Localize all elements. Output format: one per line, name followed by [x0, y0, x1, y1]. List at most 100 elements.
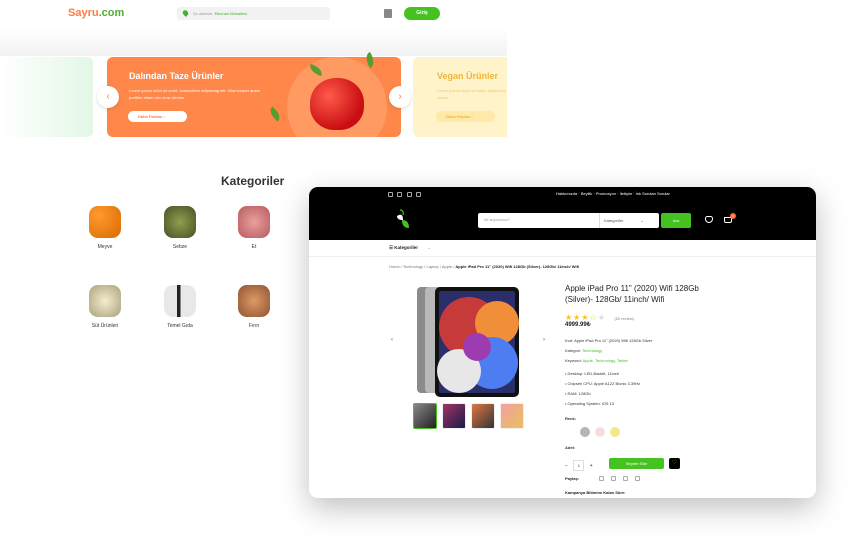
- category-label: Sebze: [172, 244, 188, 250]
- wishlist-icon[interactable]: [705, 216, 713, 223]
- search-placeholder: Ne arıyorsunuz?: [484, 218, 510, 222]
- category-meat[interactable]: Et: [237, 206, 271, 250]
- dairy-icon: [89, 285, 121, 317]
- image-next-icon[interactable]: ›: [543, 337, 545, 343]
- search-button[interactable]: Ara: [661, 213, 691, 228]
- category-menu-label: Kategoriler: [394, 245, 419, 250]
- category-field-label: Kategori:: [565, 348, 582, 353]
- login-button[interactable]: Giriş: [404, 7, 440, 20]
- apple-image: [310, 78, 364, 130]
- facebook-icon[interactable]: [388, 192, 393, 197]
- category-label: Fırın: [248, 323, 260, 329]
- nav-contact[interactable]: İletişim: [620, 191, 632, 196]
- keyword-field-label: Keyword:: [565, 358, 582, 363]
- quantity-label: Adet:: [565, 445, 576, 450]
- category-vegetable[interactable]: Sebze: [163, 206, 197, 250]
- product-thumbnail[interactable]: [500, 403, 524, 429]
- cart-count-badge: 0: [730, 213, 736, 219]
- breadcrumb-current: Apple iPad Pro 11" (2020) Wifi 128Gb (Si…: [455, 264, 580, 269]
- location-prefix: Şu adreste:: [193, 11, 214, 16]
- facebook-share-icon[interactable]: [599, 476, 604, 481]
- category-bakery[interactable]: Fırın: [237, 285, 271, 329]
- mail-icon[interactable]: [416, 192, 421, 197]
- top-nav: Hakkımızda · Beyilik · Promosyon · İleti…: [556, 191, 670, 196]
- product-code: Kod: Apple iPad Pro 11" (2020) Wifi 128G…: [565, 338, 653, 343]
- product-price: 4999.99₺: [565, 322, 591, 328]
- breadcrumb-path[interactable]: Home / Technology / Laptop / Apple /: [389, 264, 455, 269]
- category-label: Süt Ürünleri: [91, 323, 119, 329]
- category-dairy[interactable]: Süt Ürünleri: [88, 285, 122, 329]
- product-title: Apple iPad Pro 11" (2020) Wifi 128Gb (Si…: [565, 284, 699, 304]
- search-category-select[interactable]: Kategoriler ⌄: [599, 213, 659, 228]
- shopping-bag-icon[interactable]: [384, 9, 392, 18]
- banner-more-button[interactable]: Daha Fazlası ›: [128, 111, 187, 122]
- category-label: Meyve: [97, 244, 113, 250]
- banner-title: Dalından Taze Ürünler: [129, 71, 224, 81]
- store-header: Hakkımızda · Beyilik · Promosyon · İleti…: [309, 187, 816, 240]
- product-keywords: Keyword: Apple, Technology, Tablet: [565, 358, 628, 363]
- category-fruit[interactable]: Meyve: [88, 206, 122, 250]
- product-window: Hakkımızda · Beyilik · Promosyon · İleti…: [309, 187, 816, 498]
- bottle-icon: [164, 285, 196, 317]
- logo-text-a: Sayru: [68, 7, 99, 19]
- product-search[interactable]: Ne arıyorsunuz? Kategoriler ⌄: [478, 213, 659, 228]
- category-staples[interactable]: Temel Gıda: [163, 285, 197, 329]
- product-thumbnail[interactable]: [442, 403, 466, 429]
- chevron-down-icon: ⌄: [640, 218, 644, 223]
- twitter-icon[interactable]: [407, 192, 412, 197]
- carousel-next-button[interactable]: ›: [389, 86, 411, 108]
- keyword-links[interactable]: Apple, Technology, Tablet: [583, 358, 628, 363]
- banner-title: Vegan Ürünler: [437, 71, 499, 81]
- quantity-stepper[interactable]: − 1 +: [565, 460, 593, 471]
- banner-more-label: Daha Fazlası: [138, 114, 163, 119]
- store-logo-icon[interactable]: [394, 208, 412, 230]
- color-label: Renk:: [565, 416, 577, 421]
- header-band: [0, 28, 507, 56]
- add-to-cart-button[interactable]: Sepete Ekle: [609, 458, 664, 469]
- nav-promotion[interactable]: Promosyon: [596, 191, 616, 196]
- meat-icon: [238, 206, 270, 238]
- image-prev-icon[interactable]: ‹: [391, 337, 393, 343]
- minus-icon[interactable]: −: [565, 463, 568, 469]
- banner-card-vegan[interactable]: Vegan Ürünler Lorem ipsum dolor sit amet…: [413, 57, 507, 137]
- category-label: Et: [251, 244, 257, 250]
- color-swatch-silver[interactable]: [580, 427, 590, 437]
- spec-item: • Operating System: iOS 13: [565, 401, 614, 406]
- banner-text: Lorem ipsum dolor sit amet, consectetur …: [129, 88, 261, 100]
- spec-item: • RAM: 128Gb: [565, 391, 591, 396]
- category-menu-bar: ☰ Kategoriler ⌄: [309, 240, 816, 257]
- category-link[interactable]: Technology: [582, 348, 602, 353]
- plus-icon[interactable]: +: [590, 463, 593, 469]
- color-swatch-yellow[interactable]: [610, 427, 620, 437]
- mail-share-icon[interactable]: [635, 476, 640, 481]
- share-label: Paylaş:: [565, 476, 580, 481]
- quantity-input[interactable]: 1: [573, 460, 585, 471]
- spec-item: • Chipset/ CPU: Apple A12Z Bionic 3.39Hz: [565, 381, 641, 386]
- breadcrumb: Home / Technology / Laptop / Apple / App…: [389, 264, 579, 269]
- instagram-icon[interactable]: [397, 192, 402, 197]
- product-thumbnail[interactable]: [471, 403, 495, 429]
- site-logo[interactable]: Sayru.com: [68, 7, 124, 19]
- nav-faq[interactable]: İnk Sorulan Sorular: [636, 191, 670, 196]
- twitter-share-icon[interactable]: [623, 476, 628, 481]
- product-thumbnail[interactable]: [413, 403, 437, 429]
- banner-more-button[interactable]: Daha Fazlası ›: [436, 111, 495, 122]
- banner-card-green: [0, 57, 93, 137]
- carousel-prev-button[interactable]: ‹: [97, 86, 119, 108]
- nav-beyilik[interactable]: Beyilik: [581, 191, 593, 196]
- favorite-button[interactable]: ♡: [669, 458, 680, 469]
- location-search-bar[interactable]: Şu adreste: Ekinnan Mahallesi: [177, 7, 330, 20]
- categories-title: Kategoriler: [221, 174, 285, 188]
- review-count[interactable]: (60 review): [614, 316, 634, 321]
- nav-about[interactable]: Hakkımızda: [556, 191, 577, 196]
- linkedin-share-icon[interactable]: [611, 476, 616, 481]
- product-image: [417, 287, 519, 397]
- campaign-countdown-label: Kampanya Bitimine Kalan Süre:: [565, 490, 626, 495]
- spec-item: • Desktop: LED-Backlit, 11inch: [565, 371, 620, 376]
- category-menu[interactable]: ☰ Kategoriler ⌄: [389, 245, 431, 251]
- search-category-label: Kategoriler: [604, 218, 624, 223]
- location-value: Ekinnan Mahallesi: [214, 11, 248, 16]
- category-label: Temel Gıda: [167, 323, 193, 329]
- fruit-icon: [89, 206, 121, 238]
- color-swatch-pink[interactable]: [595, 427, 605, 437]
